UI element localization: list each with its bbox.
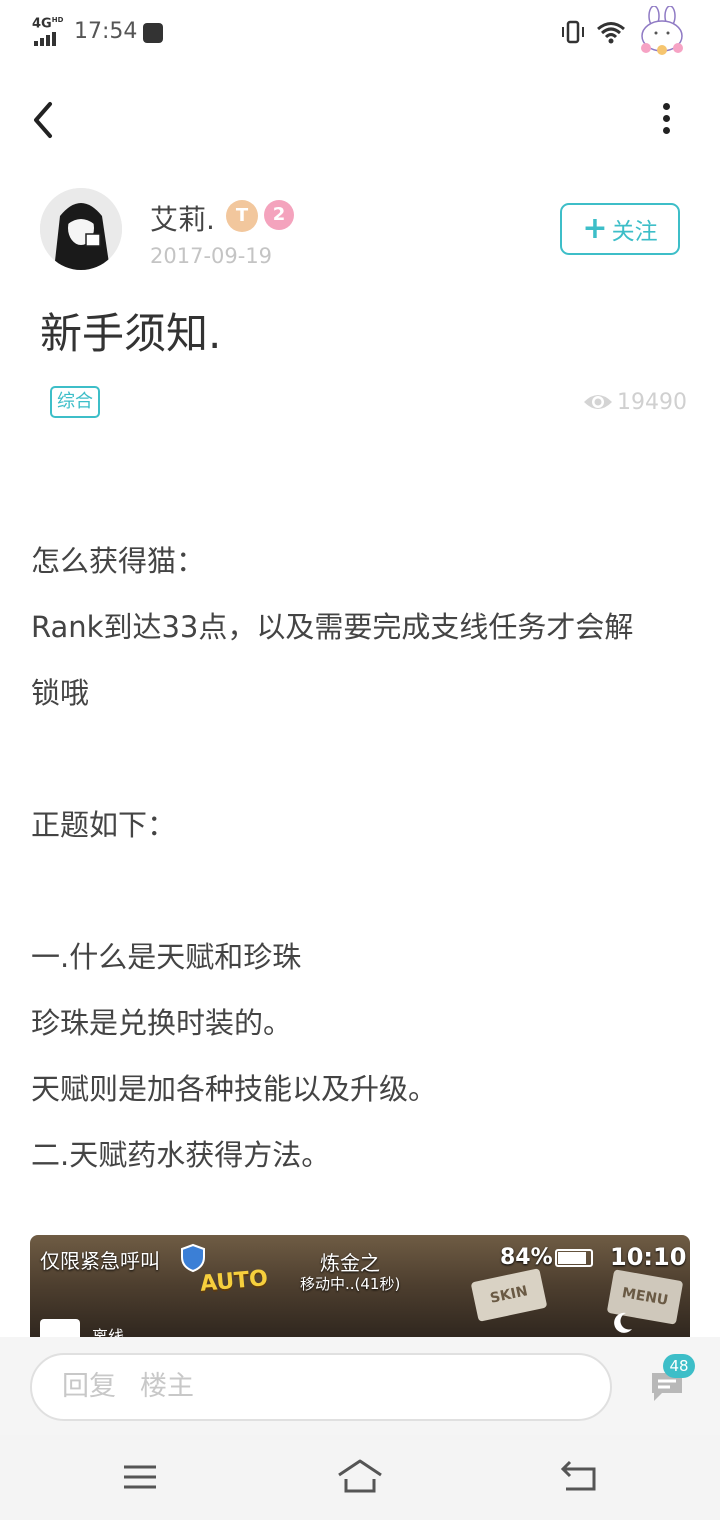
bunny-sticker-icon [641, 6, 683, 55]
view-count: 19490 [617, 390, 687, 415]
auto-label: AUTO [199, 1266, 269, 1297]
body-paragraph: 天赋则是加各种技能以及升级。 [31, 1072, 438, 1106]
nav-menu-icon[interactable] [122, 1463, 158, 1491]
post-date: 2017-09-19 [150, 244, 273, 268]
reply-bar: 回复 楼主 48 [0, 1337, 720, 1435]
reply-placeholder-prefix: 回复 [62, 1371, 116, 1402]
moon-icon [614, 1312, 632, 1333]
back-icon[interactable] [26, 98, 62, 142]
embed-clock: 10:10 [610, 1243, 687, 1271]
avatar-illustration [40, 188, 122, 270]
plus-icon: + [582, 211, 608, 246]
embed-game-status: 移动中..(41秒) [300, 1275, 401, 1293]
body-paragraph: Rank到达33点，以及需要完成支线任务才会解 [31, 610, 634, 644]
follow-button[interactable]: + 关注 [560, 203, 680, 255]
body-paragraph: 一.什么是天赋和珍珠 [31, 940, 302, 974]
avatar[interactable] [40, 188, 122, 270]
network-label: 4G [32, 16, 52, 32]
network-hd-label: HD [51, 16, 64, 24]
body-paragraph: 锁哦 [31, 676, 90, 710]
wifi-icon [597, 22, 625, 44]
skin-sign: SKIN [470, 1268, 548, 1322]
system-nav-bar [0, 1435, 720, 1520]
author-name[interactable]: 艾莉. [150, 198, 215, 238]
reply-input[interactable]: 回复 楼主 [30, 1353, 612, 1421]
embed-status-text: 仅限紧急呼叫 [40, 1249, 160, 1273]
body-paragraph: 二.天赋药水获得方法。 [31, 1138, 331, 1172]
body-paragraph: 珍珠是兑换时装的。 [31, 1006, 293, 1040]
status-bar: 4GHD 17:54 [0, 0, 720, 64]
nav-home-icon[interactable] [336, 1457, 384, 1495]
reply-placeholder-target: 楼主 [140, 1371, 194, 1402]
more-icon[interactable] [652, 98, 680, 142]
follow-button-label: 关注 [611, 219, 658, 245]
comment-count-badge: 48 [663, 1354, 695, 1378]
embedded-screenshot[interactable]: 仅限紧急呼叫 AUTO 炼金之 移动中..(41秒) SKIN MENU 84%… [30, 1235, 690, 1345]
battery-icon [555, 1249, 593, 1267]
eye-icon [584, 395, 612, 409]
notification-app-icon [143, 23, 163, 43]
post-title: 新手须知. [40, 309, 222, 358]
level-badge: T [226, 200, 258, 232]
shield-icon [181, 1243, 205, 1273]
body-paragraph: 怎么获得猫： [31, 544, 206, 578]
embed-game-title: 炼金之 [320, 1251, 380, 1275]
body-paragraph: 正题如下： [31, 808, 177, 842]
embed-battery-text: 84% [500, 1245, 553, 1270]
signal-icon [34, 32, 56, 46]
category-tag[interactable]: 综合 [50, 386, 100, 418]
vibrate-icon [562, 20, 584, 44]
network-indicator: 4GHD [32, 16, 68, 46]
rank-badge: 2 [264, 200, 294, 230]
nav-back-icon[interactable] [558, 1459, 600, 1493]
status-time: 17:54 [74, 19, 138, 44]
